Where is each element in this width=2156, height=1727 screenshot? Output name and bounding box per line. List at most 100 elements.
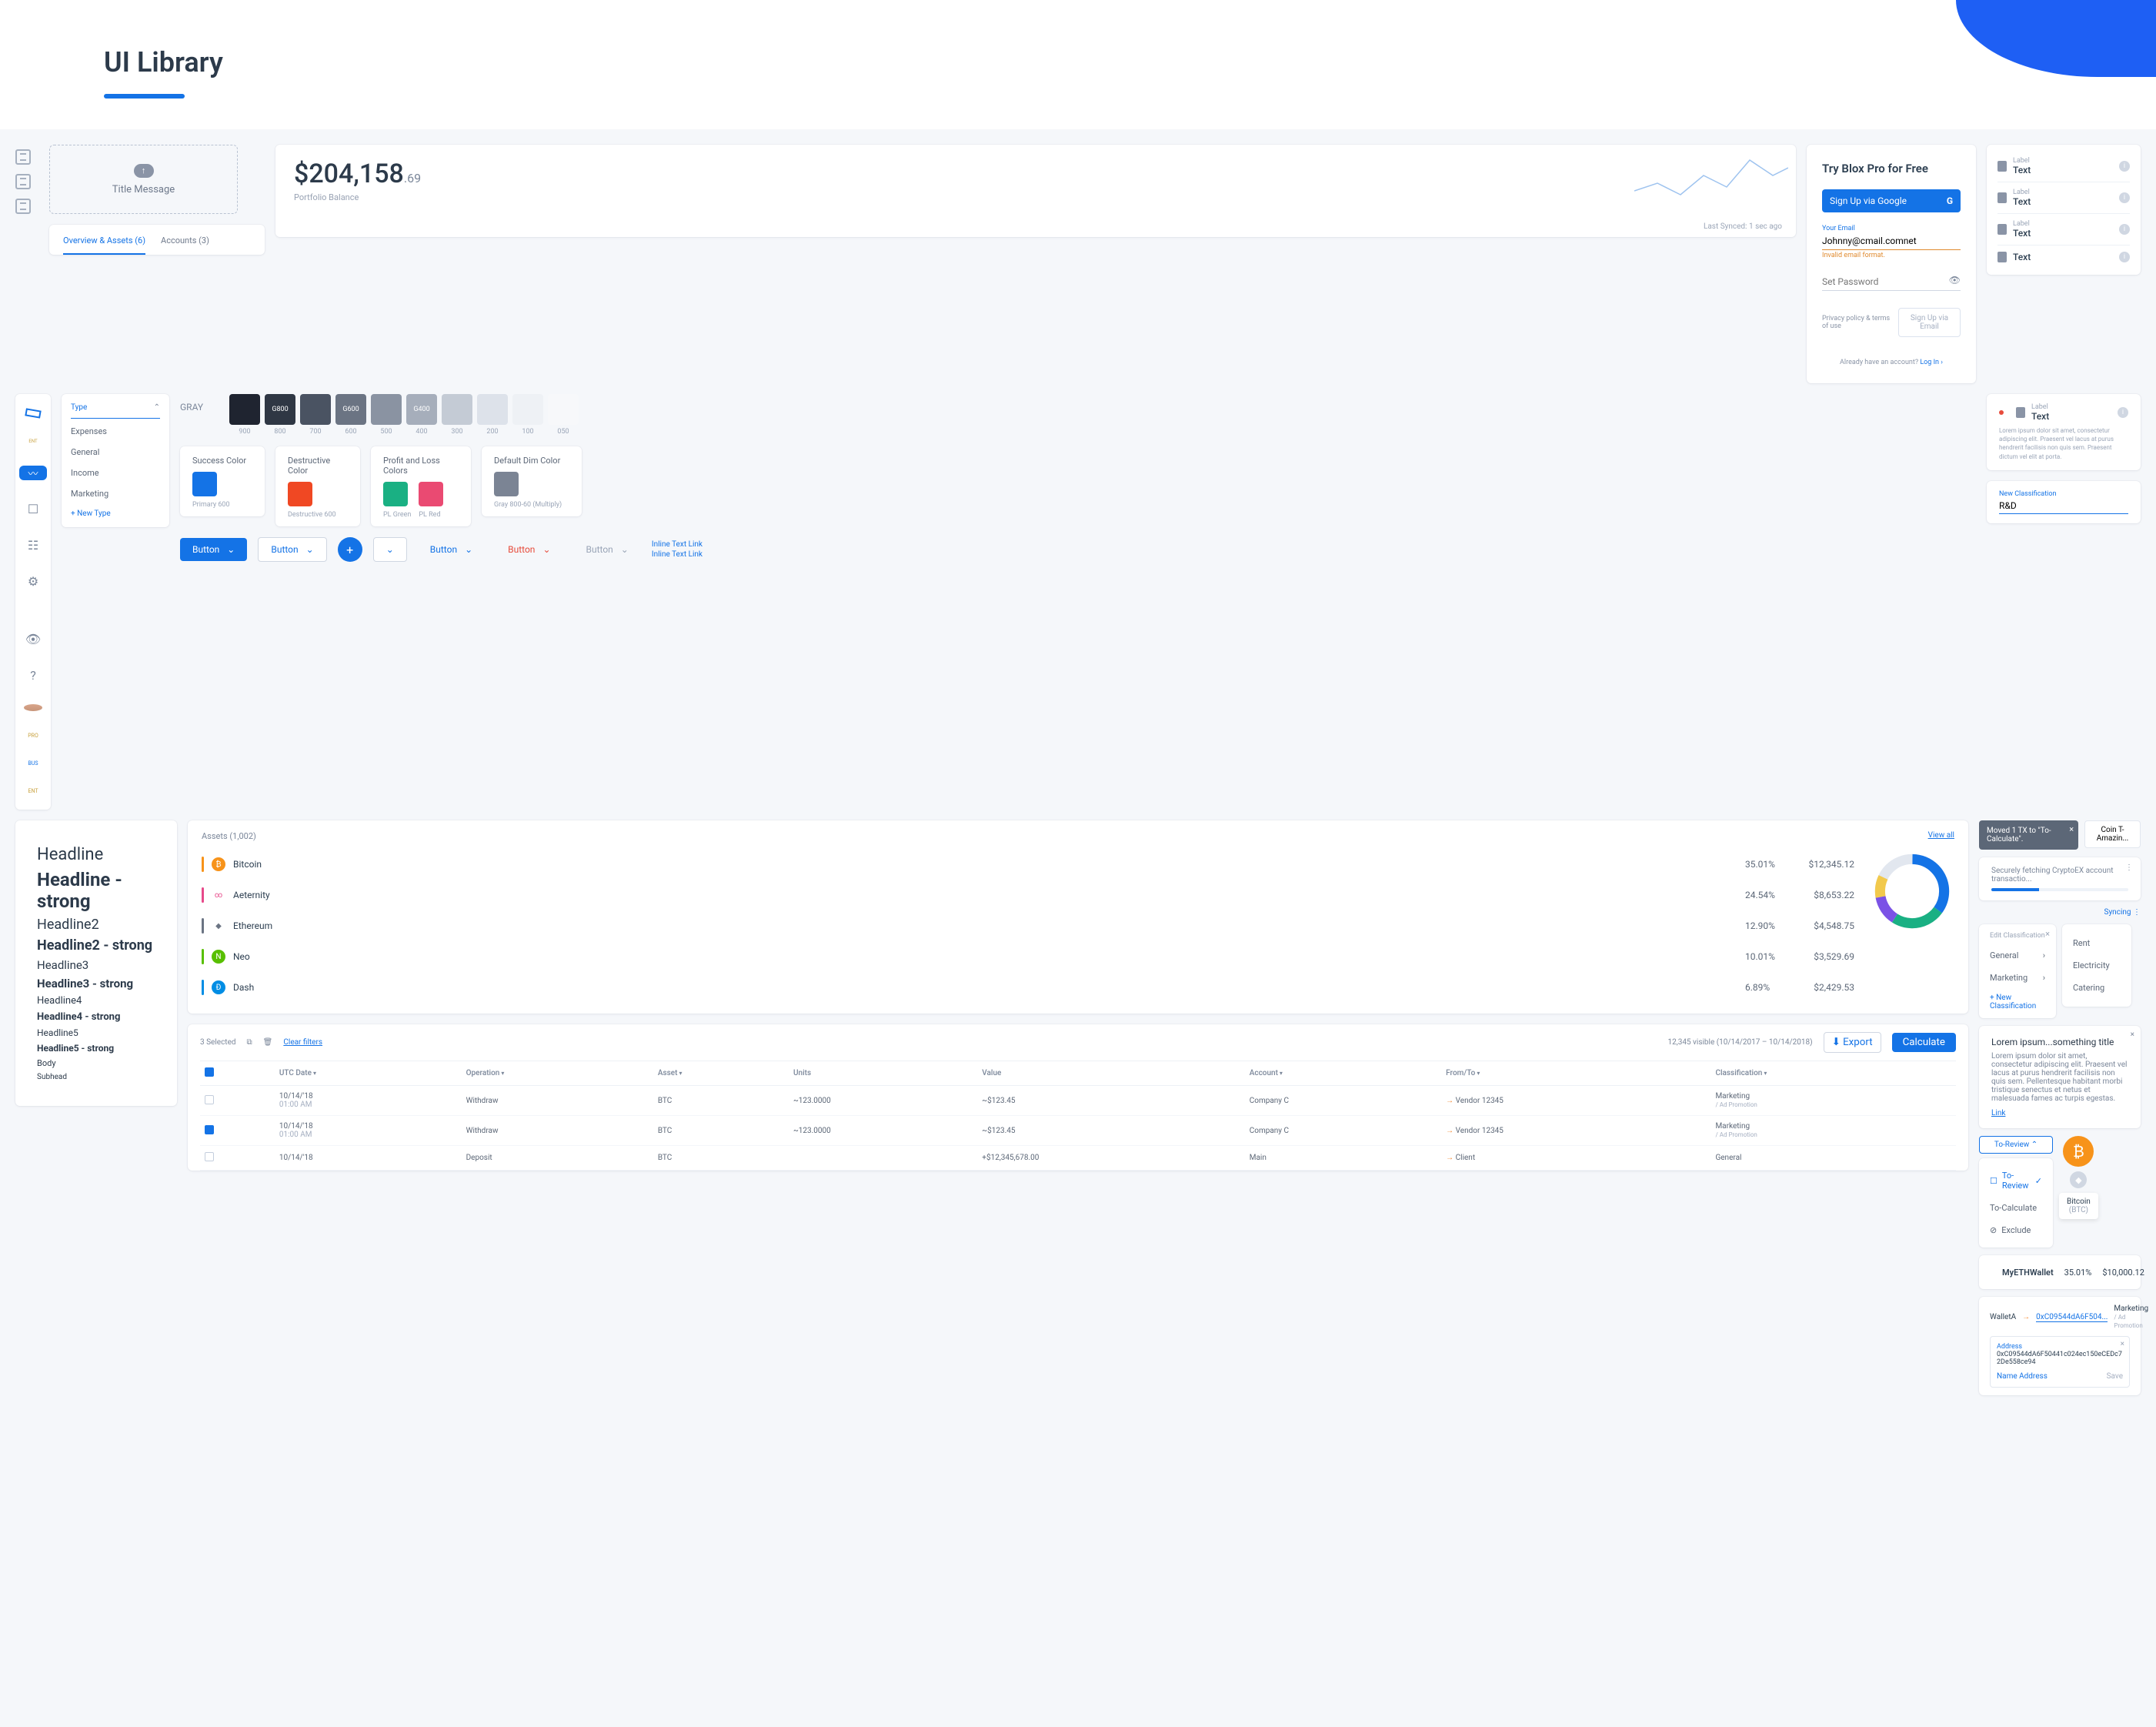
copy-icon[interactable]: ⧉ (247, 1038, 252, 1047)
col-units[interactable]: Units (789, 1061, 977, 1086)
class-item[interactable]: Catering (2073, 977, 2121, 999)
add-button[interactable]: + (338, 537, 362, 562)
button-primary[interactable]: Button (180, 538, 247, 561)
export-button[interactable]: ⬇ Export (1824, 1032, 1881, 1053)
type-item[interactable]: Income (71, 460, 160, 481)
row-checkbox[interactable] (205, 1125, 214, 1134)
subclass-popover: Rent Electricity Catering (2062, 924, 2131, 1007)
chevron-button[interactable]: ⌄ (373, 537, 407, 562)
password-input[interactable] (1822, 273, 1961, 291)
button-muted[interactable]: Button (574, 538, 641, 561)
save-link[interactable]: Save (2107, 1372, 2123, 1381)
email-input[interactable] (1822, 232, 1961, 250)
list-icon[interactable] (15, 199, 31, 214)
col-op[interactable]: Operation (462, 1061, 653, 1086)
col-date[interactable]: UTC Date (275, 1061, 462, 1086)
review-pill[interactable]: To-Review ⌃ (1979, 1136, 2053, 1154)
wallet-row[interactable]: MyETHWallet 35.01% $10,000.12 (1979, 1255, 2141, 1289)
info-icon[interactable]: i (2118, 407, 2128, 418)
login-link[interactable]: Log In › (1920, 359, 1943, 366)
select-all-checkbox[interactable] (205, 1067, 214, 1077)
more-icon[interactable]: ⋮ (2125, 864, 2133, 872)
nav-help[interactable]: ? (30, 668, 36, 683)
page-title: UI Library (104, 46, 2156, 78)
class-input[interactable] (1999, 498, 2128, 514)
close-icon[interactable]: × (2045, 929, 2050, 939)
class-item[interactable]: Electricity (2073, 954, 2121, 977)
archive-icon[interactable] (15, 174, 31, 189)
asset-row[interactable]: Đ Dash 6.89% $2,429.53 (202, 972, 1854, 1003)
row-checkbox[interactable] (205, 1152, 214, 1161)
close-icon[interactable]: × (2121, 1340, 2124, 1348)
info-icon[interactable]: i (2119, 224, 2130, 235)
clear-filters-link[interactable]: Clear filters (283, 1038, 322, 1047)
col-class[interactable]: Classification (1710, 1061, 1956, 1086)
asset-row[interactable]: ₿ Bitcoin 35.01% $12,345.12 (202, 849, 1854, 880)
signup-email-button[interactable]: Sign Up via Email (1898, 308, 1961, 337)
class-item[interactable]: Marketing› (1990, 967, 2045, 989)
asset-row[interactable]: ◆ Ethereum 12.90% $4,548.75 (202, 910, 1854, 941)
coin-icon: N (212, 950, 225, 964)
nav-settings[interactable]: ⚙ (28, 574, 38, 589)
coin-chip[interactable]: Coin T-Amazin... (2084, 820, 2141, 848)
have-account: Already have an account? Log In › (1822, 359, 1961, 366)
selected-count: 3 Selected (200, 1038, 236, 1047)
nav-analytics[interactable]: 〰 (19, 466, 47, 480)
syncing-pill[interactable]: Syncing ⋮ (1979, 908, 2141, 917)
type-item[interactable]: Marketing (71, 481, 160, 502)
class-item[interactable]: General› (1990, 944, 2045, 967)
col-asset[interactable]: Asset (653, 1061, 789, 1086)
inline-link[interactable]: Inline Text Link (652, 540, 703, 549)
col-fromto[interactable]: From/To (1441, 1061, 1710, 1086)
info-icon[interactable]: i (2119, 161, 2130, 172)
row-checkbox[interactable] (205, 1095, 214, 1104)
new-class-button[interactable]: + New Classification (1990, 989, 2045, 1010)
tab-accounts[interactable]: Accounts (3) (161, 225, 209, 255)
calculate-button[interactable]: Calculate (1892, 1033, 1956, 1052)
toast: Moved 1 TX to "To-Calculate".× (1979, 820, 2078, 850)
type-item[interactable]: Expenses (71, 419, 160, 439)
review-item[interactable]: To-Calculate (1987, 1197, 2045, 1219)
gray-swatch-900 (229, 394, 260, 425)
notice-link[interactable]: Link (1991, 1109, 2005, 1117)
button-outline[interactable]: Button (258, 537, 326, 562)
table-row[interactable]: 10/14/'18 Deposit BTC +$12,345,678.00 Ma… (200, 1146, 1956, 1171)
info-icon[interactable]: i (2119, 192, 2130, 203)
info-icon[interactable]: i (2119, 252, 2130, 262)
balance-value: $204,158.69 (294, 159, 1777, 189)
avatar[interactable] (24, 704, 42, 711)
button-ghost[interactable]: Button (418, 538, 485, 561)
button-danger[interactable]: Button (496, 538, 562, 561)
signup-google-button[interactable]: Sign Up via Google (1822, 189, 1961, 212)
nav-users[interactable]: ☐ (28, 502, 38, 516)
type-dropdown[interactable]: Type Expenses General Income Marketing +… (62, 394, 169, 527)
close-icon[interactable]: × (2069, 824, 2074, 834)
class-item[interactable]: Rent (2073, 932, 2121, 954)
name-address-link[interactable]: Name Address (1997, 1372, 2048, 1381)
review-item[interactable]: ⊘ Exclude (1987, 1219, 2045, 1241)
policy-link[interactable]: Privacy policy & terms of use (1822, 315, 1891, 330)
upload-tile[interactable]: Title Message (49, 145, 238, 214)
gray-swatch-050 (548, 394, 579, 425)
nav-visibility[interactable]: 👁 (25, 632, 41, 646)
asset-row[interactable]: ∞ Aeternity 24.54% $8,653.22 (202, 880, 1854, 910)
coin-tooltip: Bitcoin (BTC) (2059, 1193, 2098, 1219)
delete-icon[interactable]: 🗑 (263, 1038, 273, 1047)
view-all-link[interactable]: View all (1928, 831, 1954, 841)
type-item[interactable]: General (71, 439, 160, 460)
asset-row[interactable]: N Neo 10.01% $3,529.69 (202, 941, 1854, 972)
col-account[interactable]: Account (1245, 1061, 1441, 1086)
table-row[interactable]: 10/14/'1801:00 AM Withdraw BTC ~123.0000… (200, 1116, 1956, 1146)
close-icon[interactable]: × (2131, 1031, 2134, 1039)
success-chip (192, 472, 217, 496)
new-type-button[interactable]: + New Type (71, 509, 160, 518)
logo-icon[interactable] (25, 408, 41, 418)
inline-link[interactable]: Inline Text Link (652, 550, 703, 559)
col-value[interactable]: Value (977, 1061, 1244, 1086)
nav-transactions[interactable]: ☷ (28, 538, 38, 553)
review-item[interactable]: ☐ To-Review ✓ (1987, 1164, 2045, 1197)
download-icon[interactable] (15, 149, 31, 165)
tab-overview[interactable]: Overview & Assets (6) (63, 225, 145, 255)
eye-icon[interactable]: 👁 (1949, 275, 1961, 286)
table-row[interactable]: 10/14/'1801:00 AM Withdraw BTC ~123.0000… (200, 1086, 1956, 1116)
